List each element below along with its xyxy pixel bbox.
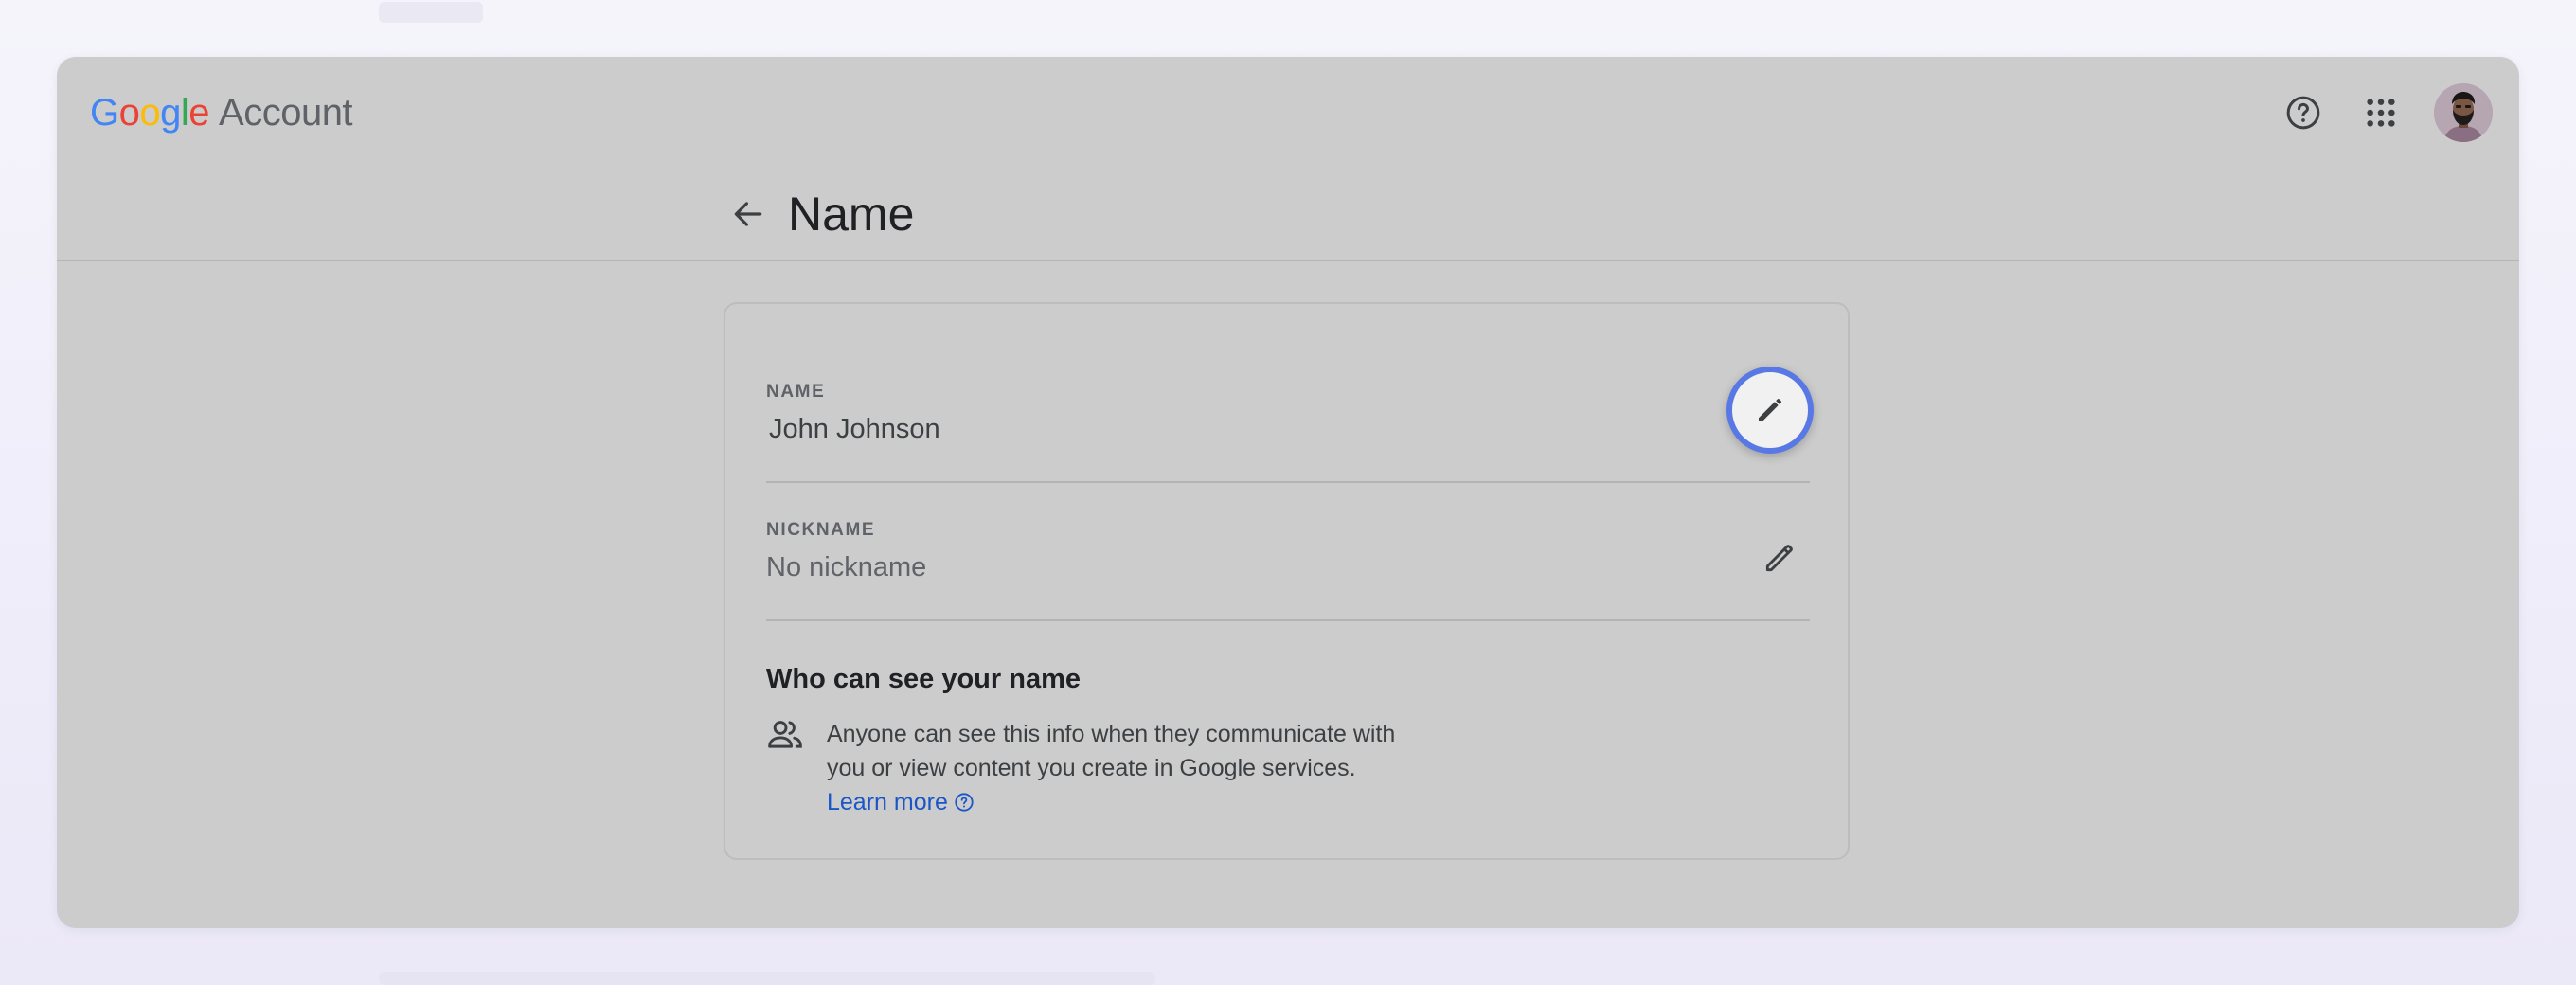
edit-nickname-button[interactable] (1749, 528, 1810, 588)
google-account-logo[interactable]: Google Account (90, 89, 353, 136)
apps-button[interactable] (2356, 88, 2406, 137)
nickname-label: NICKNAME (766, 520, 876, 540)
profile-avatar[interactable] (2434, 83, 2493, 142)
background-text-hint (379, 972, 1155, 985)
pencil-icon (1759, 399, 1781, 421)
help-circle-icon (955, 793, 974, 812)
edit-name-button[interactable] (1726, 367, 1814, 454)
header-divider (57, 260, 2519, 261)
visibility-info: Anyone can see this info when they commu… (766, 717, 1433, 819)
name-row[interactable]: NAME John Johnson (766, 367, 1814, 476)
account-window: Google Account Name NAME John Johnson NI… (57, 57, 2519, 928)
row-divider (766, 481, 1810, 483)
visibility-title: Who can see your name (766, 664, 1081, 694)
account-label: Account (219, 91, 353, 134)
pencil-icon (1765, 545, 1793, 572)
background-text-hint (379, 2, 483, 23)
page-heading: Name (720, 169, 914, 260)
visibility-description: Anyone can see this info when they commu… (827, 717, 1433, 819)
apps-grid-icon (2367, 98, 2395, 127)
name-value: John Johnson (769, 414, 940, 444)
back-button[interactable] (720, 186, 777, 242)
arrow-left-icon (734, 202, 762, 226)
learn-more-link[interactable]: Learn more (827, 785, 975, 819)
nickname-value: No nickname (766, 552, 927, 582)
visibility-description-text: Anyone can see this info when they commu… (827, 721, 1396, 781)
google-wordmark: Google (90, 91, 210, 134)
learn-more-label: Learn more (827, 789, 948, 815)
top-icons (2279, 83, 2493, 142)
people-icon (768, 721, 802, 748)
help-button[interactable] (2279, 88, 2328, 137)
name-card: NAME John Johnson NICKNAME No nickname W… (724, 302, 1850, 860)
name-label: NAME (766, 382, 826, 402)
avatar-illustration (2434, 83, 2493, 142)
help-circle-icon (2286, 96, 2320, 130)
top-bar: Google Account (57, 57, 2519, 167)
nickname-row[interactable]: NICKNAME No nickname (766, 520, 1810, 615)
page-title: Name (788, 188, 915, 241)
row-divider (766, 619, 1810, 621)
